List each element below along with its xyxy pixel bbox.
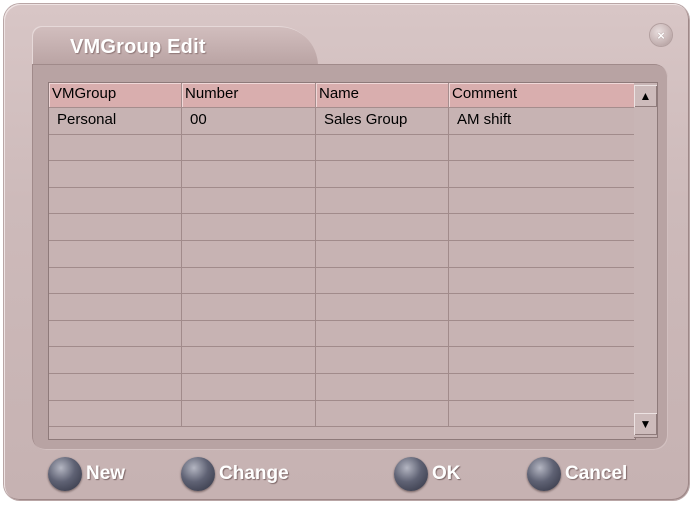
- cell-vmgroup[interactable]: [49, 267, 182, 295]
- table-row[interactable]: [49, 320, 635, 348]
- cell-vmgroup[interactable]: [49, 294, 182, 321]
- cell-number[interactable]: [182, 267, 316, 295]
- cell-number[interactable]: [182, 187, 316, 215]
- arrow-up-icon[interactable]: ▲: [634, 85, 657, 107]
- cell-number[interactable]: [182, 240, 316, 268]
- cell-name[interactable]: [316, 294, 449, 321]
- cell-comment[interactable]: [449, 373, 635, 401]
- cell-comment[interactable]: [449, 187, 635, 215]
- vmgroup-table: VMGroup Number Name Comment Personal 00 …: [48, 82, 636, 440]
- ok-button-label: OK: [432, 463, 461, 484]
- cell-name[interactable]: Sales Group: [316, 108, 449, 135]
- cell-number[interactable]: [182, 373, 316, 401]
- change-button[interactable]: Change: [181, 456, 289, 492]
- cancel-button-label: Cancel: [565, 463, 628, 484]
- table-row[interactable]: [49, 267, 635, 295]
- cell-vmgroup[interactable]: [49, 320, 182, 348]
- column-header-vmgroup[interactable]: VMGroup: [49, 83, 182, 108]
- cell-vmgroup[interactable]: [49, 373, 182, 401]
- cell-comment[interactable]: [449, 400, 635, 428]
- table-header: VMGroup Number Name Comment: [49, 83, 635, 108]
- cell-comment[interactable]: [449, 294, 635, 321]
- table-row[interactable]: [49, 187, 635, 215]
- cell-comment[interactable]: AM shift: [449, 108, 635, 135]
- cell-vmgroup[interactable]: [49, 187, 182, 215]
- cell-number[interactable]: [182, 134, 316, 162]
- column-header-name[interactable]: Name: [316, 83, 449, 108]
- close-icon[interactable]: ×: [650, 24, 672, 46]
- table-row[interactable]: [49, 161, 635, 188]
- round-knob-icon: [394, 457, 428, 491]
- cell-comment[interactable]: [449, 240, 635, 268]
- cell-comment[interactable]: [449, 134, 635, 162]
- vertical-scrollbar[interactable]: ▲ ▼: [634, 82, 658, 438]
- cell-name[interactable]: [316, 347, 449, 374]
- change-button-label: Change: [219, 463, 289, 484]
- ok-button[interactable]: OK: [394, 456, 461, 492]
- cell-name[interactable]: [316, 400, 449, 428]
- window-title: VMGroup Edit: [70, 36, 206, 58]
- column-header-comment[interactable]: Comment: [449, 83, 635, 108]
- table-row[interactable]: [49, 134, 635, 162]
- table-row[interactable]: [49, 214, 635, 241]
- cell-name[interactable]: [316, 267, 449, 295]
- table-row[interactable]: [49, 347, 635, 374]
- cell-name[interactable]: [316, 161, 449, 188]
- cell-name[interactable]: [316, 320, 449, 348]
- cell-number[interactable]: [182, 347, 316, 374]
- new-button-label: New: [86, 463, 126, 484]
- new-button[interactable]: New: [48, 456, 125, 492]
- arrow-down-icon[interactable]: ▼: [634, 413, 657, 435]
- cell-vmgroup[interactable]: Personal: [49, 108, 182, 135]
- column-header-number[interactable]: Number: [182, 83, 316, 108]
- table-row[interactable]: [49, 294, 635, 321]
- cell-number[interactable]: [182, 294, 316, 321]
- cancel-button[interactable]: Cancel: [527, 456, 627, 492]
- cell-vmgroup[interactable]: [49, 161, 182, 188]
- cell-vmgroup[interactable]: [49, 134, 182, 162]
- cell-vmgroup[interactable]: [49, 400, 182, 428]
- cell-name[interactable]: [316, 240, 449, 268]
- cell-number[interactable]: 00: [182, 108, 316, 135]
- table-row[interactable]: Personal 00 Sales Group AM shift: [49, 108, 635, 135]
- table-row[interactable]: [49, 400, 635, 428]
- cell-vmgroup[interactable]: [49, 347, 182, 374]
- cell-number[interactable]: [182, 214, 316, 241]
- cell-comment[interactable]: [449, 214, 635, 241]
- round-knob-icon: [48, 457, 82, 491]
- cell-comment[interactable]: [449, 161, 635, 188]
- cell-name[interactable]: [316, 134, 449, 162]
- cell-name[interactable]: [316, 214, 449, 241]
- cell-name[interactable]: [316, 373, 449, 401]
- cell-number[interactable]: [182, 320, 316, 348]
- cell-name[interactable]: [316, 187, 449, 215]
- round-knob-icon: [527, 457, 561, 491]
- cell-vmgroup[interactable]: [49, 214, 182, 241]
- cell-number[interactable]: [182, 400, 316, 428]
- table-row[interactable]: [49, 240, 635, 268]
- table-row[interactable]: [49, 373, 635, 401]
- cell-vmgroup[interactable]: [49, 240, 182, 268]
- round-knob-icon: [181, 457, 215, 491]
- cell-comment[interactable]: [449, 347, 635, 374]
- cell-comment[interactable]: [449, 320, 635, 348]
- cell-number[interactable]: [182, 161, 316, 188]
- cell-comment[interactable]: [449, 267, 635, 295]
